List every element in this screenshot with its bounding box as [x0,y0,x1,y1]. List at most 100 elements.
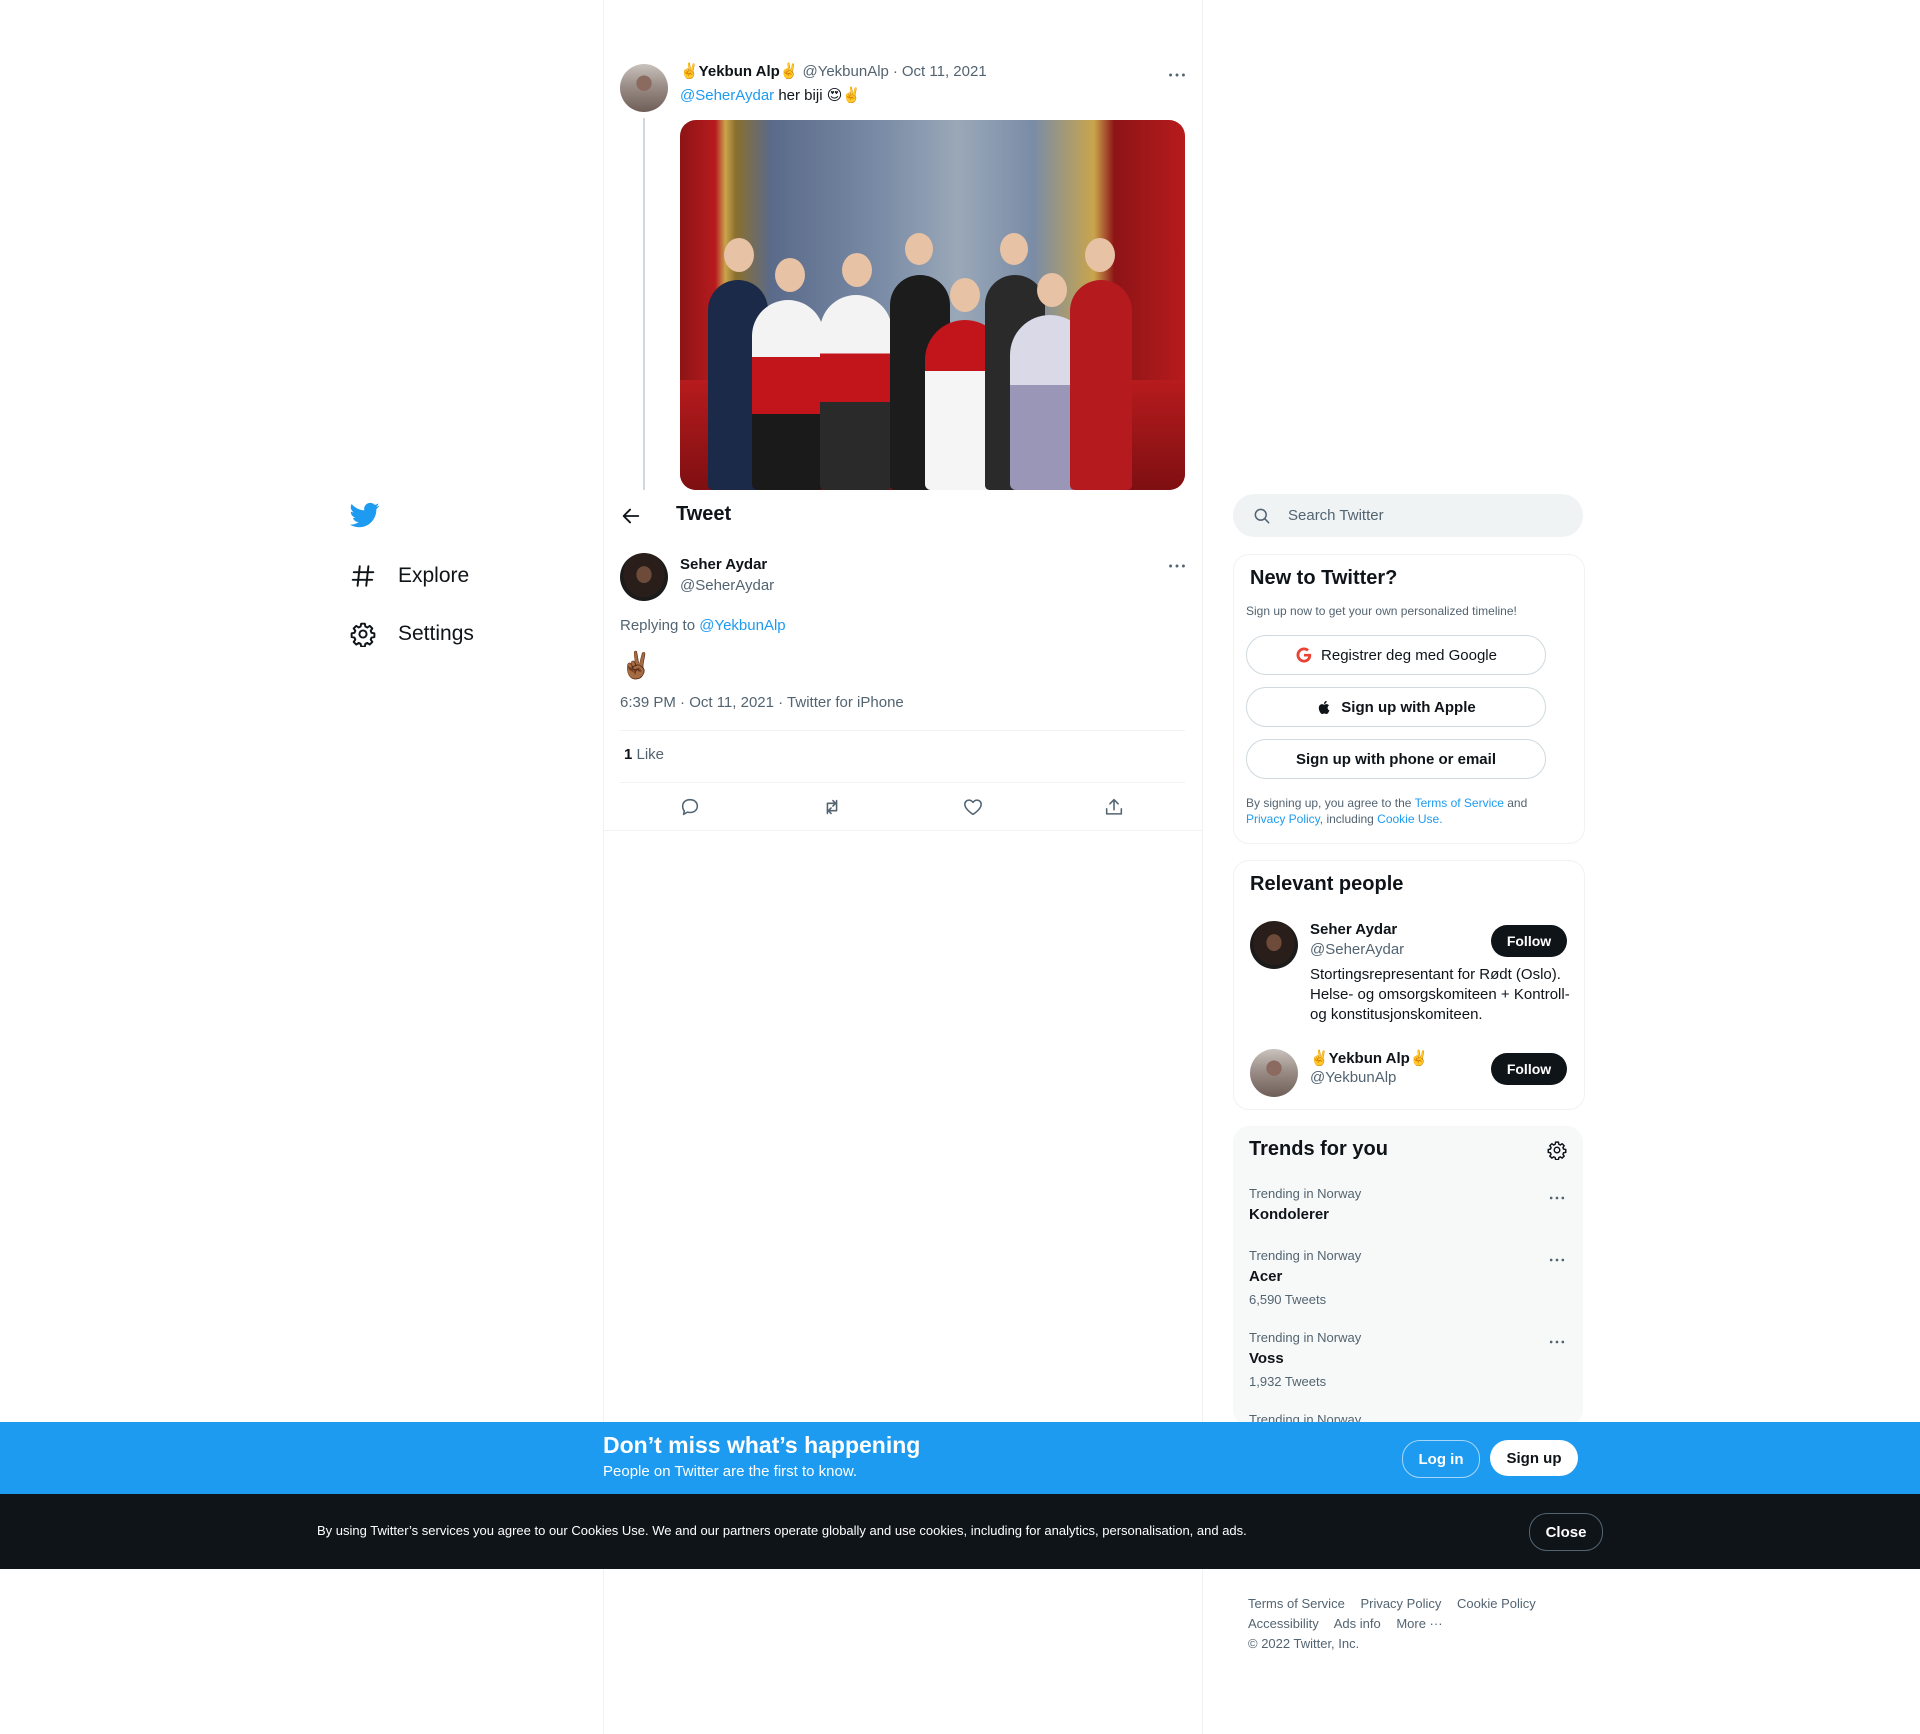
follow-button[interactable]: Follow [1491,1053,1567,1085]
trends-card: Trends for you Trending in Norway Kondol… [1233,1126,1583,1427]
google-signup-button[interactable]: Registrer deg med Google [1246,635,1546,675]
follow-button[interactable]: Follow [1491,925,1567,957]
search-icon [1233,506,1288,526]
footer-link[interactable]: Ads info [1334,1616,1381,1631]
login-button[interactable]: Log in [1402,1440,1480,1478]
relevant-person-handle[interactable]: @YekbunAlp [1310,1069,1396,1086]
search-placeholder: Search Twitter [1288,507,1384,524]
apple-icon [1316,699,1333,716]
main-tweet-text: ✌🏾 [620,650,653,680]
trend-count: 6,590 Tweets [1249,1292,1327,1307]
terms-link[interactable]: Terms of Service [1415,796,1504,810]
privacy-link[interactable]: Privacy Policy [1246,812,1320,826]
new-to-twitter-subtitle: Sign up now to get your own personalized… [1246,604,1517,618]
search-input[interactable]: Search Twitter [1233,494,1583,537]
footer-links-row: Terms of Service Privacy Policy Cookie P… [1248,1596,1548,1611]
parent-tweet-text: @SeherAydar her biji 😍✌️ [680,86,861,104]
hashtag-icon [350,563,376,589]
footer-link[interactable]: Accessibility [1248,1616,1319,1631]
new-to-twitter-card: New to Twitter? Sign up now to get your … [1233,554,1585,844]
apple-signup-button[interactable]: Sign up with Apple [1246,687,1546,727]
relevant-people-card: Relevant people Seher Aydar @SeherAydar … [1233,860,1585,1110]
parent-tweet-name[interactable]: ✌️Yekbun Alp✌️ [680,62,798,80]
relevant-person-bio: Stortingsrepresentant for Rødt (Oslo). H… [1310,966,1570,1023]
signup-banner-title: Don’t miss what’s happening [603,1432,921,1458]
google-signup-label: Registrer deg med Google [1321,646,1497,664]
relevant-person-handle[interactable]: @SeherAydar [1310,941,1404,958]
nav-settings-label: Settings [398,622,474,645]
cookie-close-button[interactable]: Close [1529,1513,1603,1551]
main-tweet-name[interactable]: Seher Aydar [680,556,767,573]
cookie-banner-text: By using Twitter’s services you agree to… [317,1523,1247,1538]
trends-title: Trends for you [1249,1138,1388,1160]
parent-tweet-mention[interactable]: @SeherAydar [680,87,774,104]
signup-button[interactable]: Sign up [1490,1440,1578,1476]
trend-more-icon[interactable] [1547,1332,1567,1352]
main-tweet-handle[interactable]: @SeherAydar [680,577,774,594]
cookie-use-link[interactable]: Cookie Use. [1377,812,1442,826]
trend-context: Trending in Norway [1249,1248,1362,1263]
divider [603,830,1202,831]
footer-link[interactable]: Terms of Service [1248,1596,1345,1611]
main-tweet-avatar[interactable] [620,553,668,601]
replying-to-prefix: Replying to [620,617,700,634]
trend-name[interactable]: Voss [1249,1350,1284,1367]
legal-text-3: , including [1319,812,1378,826]
signup-banner-subtitle: People on Twitter are the first to know. [603,1463,858,1480]
parent-tweet-handle[interactable]: @YekbunAlp [802,63,888,80]
footer-link[interactable]: Cookie Policy [1457,1596,1536,1611]
parent-tweet-photo[interactable] [680,120,1185,490]
reply-icon[interactable] [679,796,701,818]
footer-copyright: © 2022 Twitter, Inc. [1248,1636,1360,1651]
divider [620,782,1185,783]
parent-tweet-avatar[interactable] [620,64,668,112]
relevant-person-avatar[interactable] [1250,921,1298,969]
legal-text-2: and [1503,796,1528,810]
footer-links-row: Accessibility Ads info More ··· [1248,1616,1455,1631]
legal-text-1: By signing up, you agree to the [1246,796,1415,810]
trend-more-icon[interactable] [1547,1250,1567,1270]
retweet-icon[interactable] [821,796,843,818]
replying-to: Replying to @YekbunAlp [620,617,786,634]
back-arrow-icon[interactable] [620,505,642,527]
twitter-logo-icon[interactable] [350,500,384,534]
page-title: Tweet [676,503,732,525]
google-icon [1295,646,1313,664]
trend-name[interactable]: Acer [1249,1268,1282,1285]
parent-tweet-date[interactable]: Oct 11, 2021 [902,63,987,80]
main-tweet-more-icon[interactable] [1166,555,1188,577]
trend-count: 1,932 Tweets [1249,1374,1327,1389]
trend-context: Trending in Norway [1249,1330,1362,1345]
replying-to-link[interactable]: @YekbunAlp [699,617,785,634]
signup-legal-text: By signing up, you agree to the Terms of… [1246,795,1566,827]
trend-name[interactable]: Kondolerer [1249,1206,1329,1223]
share-icon[interactable] [1103,796,1125,818]
trend-more-icon[interactable] [1547,1188,1567,1208]
relevant-person-name[interactable]: ✌️Yekbun Alp✌️ [1310,1049,1428,1067]
nav-explore[interactable]: Explore [350,554,469,598]
likes-count[interactable]: 1 Like [624,746,664,763]
parent-tweet-separator: · [892,62,898,80]
gear-icon [350,621,376,647]
like-icon[interactable] [962,796,984,818]
signup-banner: Don’t miss what’s happening People on Tw… [0,1422,1920,1494]
parent-tweet-header: ✌️Yekbun Alp✌️ @YekbunAlp · Oct 11, 2021 [680,62,987,81]
main-tweet-timestamp[interactable]: 6:39 PM · Oct 11, 2021 · Twitter for iPh… [620,694,904,711]
nav-explore-label: Explore [398,564,470,587]
phone-email-signup-label: Sign up with phone or email [1295,750,1496,768]
new-to-twitter-title: New to Twitter? [1250,567,1398,589]
footer-more-link[interactable]: More ··· [1396,1616,1442,1631]
phone-email-signup-button[interactable]: Sign up with phone or email [1246,739,1546,779]
relevant-person-name[interactable]: Seher Aydar [1310,921,1397,938]
relevant-people-title: Relevant people [1250,873,1404,895]
parent-tweet-body: her biji 😍✌️ [774,87,862,104]
trend-context: Trending in Norway [1249,1186,1362,1201]
apple-signup-label: Sign up with Apple [1341,698,1476,716]
relevant-person-avatar[interactable] [1250,1049,1298,1097]
parent-tweet-more-icon[interactable] [1166,64,1188,86]
nav-settings[interactable]: Settings [350,612,474,656]
trends-settings-gear-icon[interactable] [1547,1140,1567,1160]
thread-line [643,118,645,490]
footer-link[interactable]: Privacy Policy [1360,1596,1441,1611]
divider [620,730,1185,731]
